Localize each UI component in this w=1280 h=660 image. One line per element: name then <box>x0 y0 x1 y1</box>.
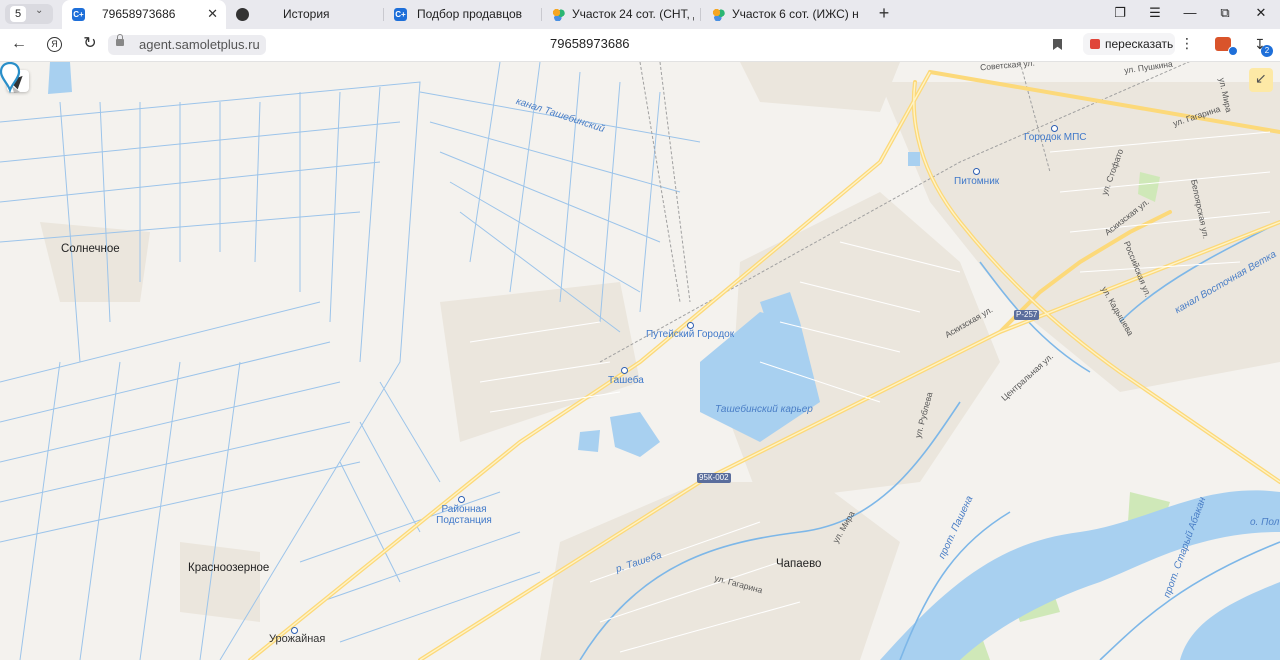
label-pitomnik: Питомник <box>954 176 1000 187</box>
collections-icon[interactable]: ❐ <box>1110 5 1130 21</box>
station-dot <box>458 496 465 503</box>
tab-sellers[interactable]: C+ Подбор продавцов <box>384 0 539 29</box>
menu-icon[interactable]: ☰ <box>1145 5 1165 21</box>
tab-title: 79658973686 <box>102 7 176 21</box>
label-puteysky-gorodok: Путейский Городок <box>646 329 735 340</box>
downloads-count-badge: 2 <box>1261 45 1273 57</box>
cplus-icon: C+ <box>394 8 407 21</box>
collapse-map-button[interactable] <box>1249 68 1273 92</box>
summarize-label: пересказать <box>1105 37 1174 51</box>
yandex-icon[interactable]: Я <box>47 37 62 52</box>
map-view[interactable]: Солнечное Красноозерное Урожайная Чапаев… <box>0 62 1280 660</box>
tab-active[interactable]: C+ 79658973686 ✕ <box>62 0 226 29</box>
back-button[interactable]: ← <box>9 35 29 55</box>
tab-plot-24[interactable]: Участок 24 сот. (СНТ, ДН <box>542 0 694 29</box>
station-dot <box>621 367 628 374</box>
label-gorodok-mps: Городок МПС <box>1024 132 1087 143</box>
tab-plot-6[interactable]: Участок 6 сот. (ИЖС) на п <box>702 0 858 29</box>
history-icon <box>236 8 249 21</box>
road-shield-95k002: 95К-002 <box>697 473 731 483</box>
tab-strip: 5 ⌄ C+ 79658973686 ✕ История C+ Подбор п… <box>0 0 1280 29</box>
tab-title: Подбор продавцов <box>417 7 523 21</box>
extension-badge <box>1228 46 1238 56</box>
new-tab-button[interactable]: + <box>874 4 894 24</box>
reload-button[interactable]: ↻ <box>80 35 100 55</box>
bookmark-icon[interactable] <box>1053 39 1062 50</box>
summarize-icon <box>1090 39 1100 49</box>
address-bar: ← Я ↻ agent.samoletplus.ru 79658973686 п… <box>0 29 1280 62</box>
label-krasnoozernoe: Красноозерное <box>188 562 270 574</box>
tab-count: 5 <box>10 6 26 22</box>
label-urozhaynaya: Урожайная <box>269 633 326 645</box>
label-chapaevo: Чапаево <box>776 558 822 570</box>
chevron-down-icon: ⌄ <box>35 5 44 16</box>
label-island: о. Пол <box>1250 517 1280 528</box>
label-tasheba: Ташеба <box>608 375 644 386</box>
label-solnechnoe: Солнечное <box>61 243 120 255</box>
tab-title: История <box>283 7 330 21</box>
lock-icon <box>116 34 124 46</box>
tab-title: Участок 24 сот. (СНТ, ДН <box>572 7 694 21</box>
cluster-icon <box>552 8 565 21</box>
minimize-button[interactable]: — <box>1180 5 1200 20</box>
station-dot <box>291 627 298 634</box>
close-icon[interactable]: ✕ <box>207 6 218 22</box>
station-dot <box>973 168 980 175</box>
url-text: agent.samoletplus.ru <box>139 37 260 52</box>
cluster-icon <box>712 8 725 21</box>
restore-button[interactable]: ⧉ <box>1215 5 1235 21</box>
road-shield-r257: Р-257 <box>1014 310 1040 320</box>
tab-history[interactable]: История <box>226 0 381 29</box>
cplus-icon: C+ <box>72 8 85 21</box>
tab-divider <box>700 8 701 21</box>
tab-title: Участок 6 сот. (ИЖС) на п <box>732 7 858 21</box>
tab-counter[interactable]: 5 ⌄ <box>5 4 53 24</box>
page-title: 79658973686 <box>550 36 630 51</box>
location-pin-icon[interactable] <box>0 62 22 94</box>
url-field[interactable]: agent.samoletplus.ru <box>108 34 266 55</box>
close-window-button[interactable]: ✕ <box>1251 5 1271 21</box>
more-options-icon[interactable]: ⋮ <box>1180 35 1194 52</box>
station-dot <box>687 322 694 329</box>
label-quarry: Ташебинский карьер <box>715 404 813 415</box>
label-rayonnaya-podstantsiya: Районная Подстанция <box>436 504 492 526</box>
summarize-button[interactable]: пересказать <box>1083 33 1175 55</box>
station-dot <box>1051 125 1058 132</box>
